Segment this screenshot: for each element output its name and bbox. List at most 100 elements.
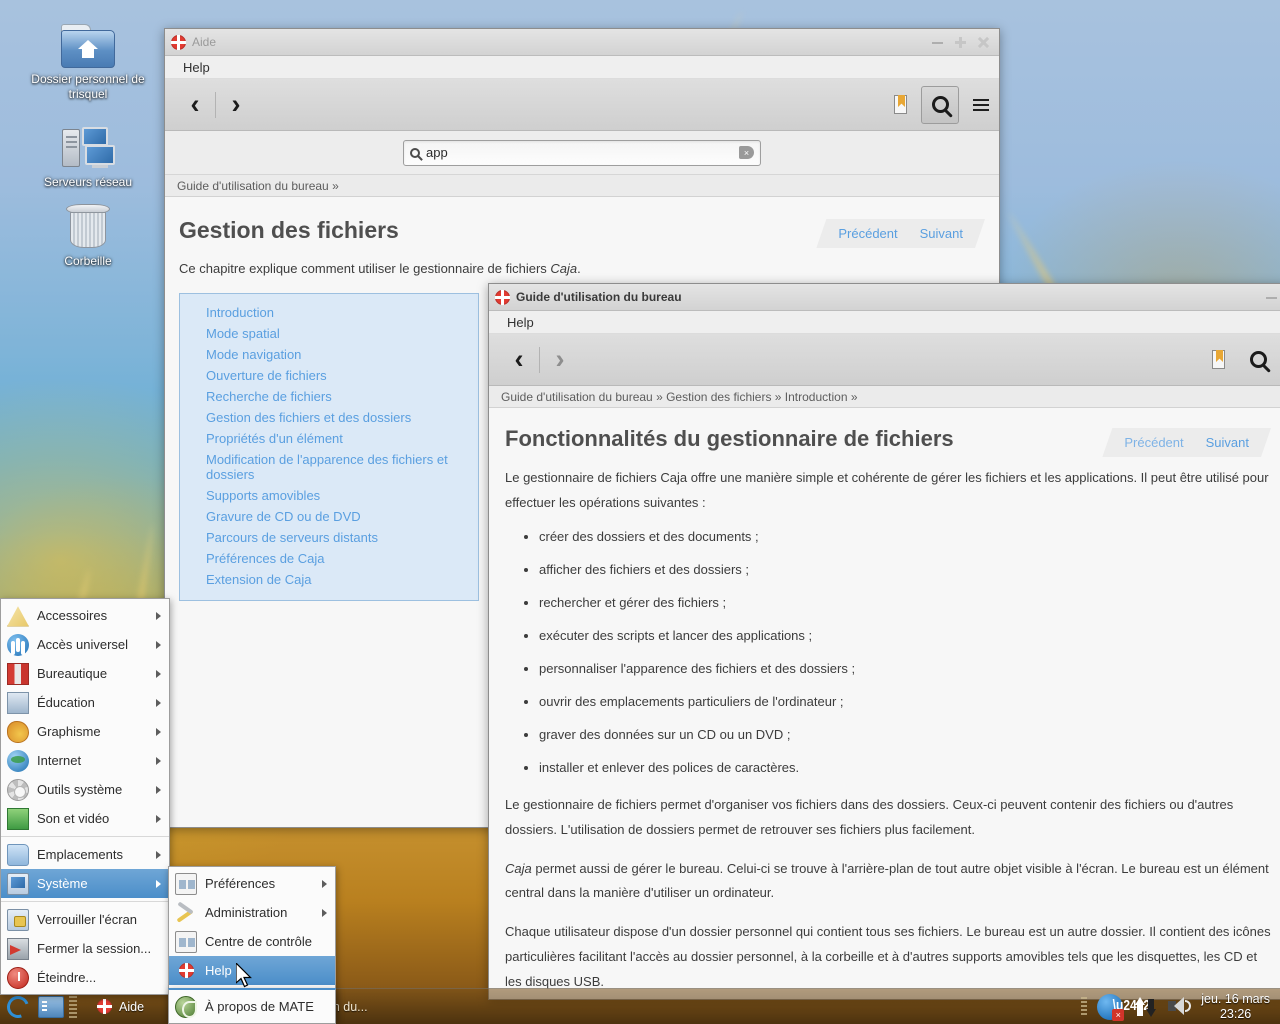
submenu-item-preferences[interactable]: Préférences — [169, 869, 335, 898]
search-input[interactable]: app × — [403, 139, 761, 166]
menu-item-accessoires[interactable]: Accessoires — [1, 601, 169, 630]
system-tray[interactable]: \u2422 × jeu. 16 mars 23:26 — [1081, 992, 1280, 1021]
breadcrumb[interactable]: Guide d'utilisation du bureau » — [165, 175, 999, 197]
titlebar-aide[interactable]: Aide — [165, 29, 999, 56]
close-button[interactable] — [978, 37, 989, 48]
chapter-link[interactable]: Mode spatial — [180, 323, 478, 344]
menu-help[interactable]: Help — [501, 313, 540, 332]
desktop-icon-home-folder[interactable]: Dossier personnel de trisquel — [23, 24, 153, 102]
window-controls[interactable] — [932, 36, 993, 48]
menu-item-acces-universel[interactable]: Accès universel — [1, 630, 169, 659]
taskbar-button-label: Aide — [119, 999, 145, 1014]
toolbar-guide[interactable]: ‹ › — [489, 334, 1280, 386]
desktop-icon-network-servers[interactable]: Serveurs réseau — [23, 125, 153, 190]
show-desktop-icon[interactable] — [38, 995, 64, 1018]
menu-item-education[interactable]: Éducation — [1, 688, 169, 717]
page-title: Fonctionnalités du gestionnaire de fichi… — [505, 426, 954, 451]
trash-icon — [66, 204, 110, 250]
menu-item-label: Outils système — [37, 782, 123, 797]
menu-item-label: Préférences — [205, 876, 276, 891]
panel-grip[interactable] — [69, 995, 77, 1018]
menu-item-verrouiller-ecran[interactable]: Verrouiller l'écran — [1, 905, 169, 934]
chevron-right-icon — [156, 611, 161, 620]
menu-separator — [1, 901, 169, 902]
menu-item-graphisme[interactable]: Graphisme — [1, 717, 169, 746]
bookmark-icon[interactable] — [894, 95, 907, 114]
clear-search-button[interactable]: × — [739, 146, 754, 159]
app-name: Caja — [505, 860, 532, 876]
popup-item-a-propos-de-mate[interactable]: À propos de MATE — [169, 992, 335, 1021]
window-controls[interactable] — [1266, 292, 1280, 303]
forward-button[interactable]: › — [540, 340, 580, 380]
bookmark-icon[interactable] — [1212, 350, 1225, 369]
chapter-link-list[interactable]: Introduction Mode spatial Mode navigatio… — [179, 292, 479, 601]
prev-next-nav[interactable]: Précédent Suivant — [1102, 428, 1271, 457]
tray-grip[interactable] — [1081, 996, 1088, 1017]
volume-icon[interactable] — [1167, 996, 1192, 1018]
minimize-button[interactable] — [932, 37, 943, 48]
chapter-link[interactable]: Préférences de Caja — [180, 548, 478, 569]
clock-time: 23:26 — [1219, 1006, 1252, 1021]
chapter-link[interactable]: Gestion des fichiers et des dossiers — [180, 407, 478, 428]
taskbar-button-aide[interactable]: Aide — [85, 993, 156, 1021]
list-item: installer et enlever des polices de cara… — [539, 760, 1271, 775]
chapter-link[interactable]: Modification de l'apparence des fichiers… — [180, 449, 478, 485]
chevron-right-icon — [156, 814, 161, 823]
menu-item-internet[interactable]: Internet — [1, 746, 169, 775]
prev-next-nav[interactable]: Précédent Suivant — [816, 219, 985, 248]
menu-item-systeme[interactable]: Système — [1, 869, 169, 898]
maximize-button[interactable] — [955, 36, 966, 48]
breadcrumb[interactable]: Guide d'utilisation du bureau » Gestion … — [489, 386, 1280, 408]
menu-item-bureautique[interactable]: Bureautique — [1, 659, 169, 688]
list-item: créer des dossiers et des documents ; — [539, 529, 1271, 544]
breadcrumb-link[interactable]: Guide d'utilisation du bureau » — [177, 179, 339, 193]
network-icon[interactable] — [1133, 996, 1157, 1018]
menubar-aide[interactable]: Help — [165, 56, 999, 79]
prev-link[interactable]: Précédent — [1124, 435, 1183, 450]
menu-item-son-et-video[interactable]: Son et vidéo — [1, 804, 169, 833]
prev-link[interactable]: Précédent — [838, 226, 897, 241]
menu-item-outils-systeme[interactable]: Outils système — [1, 775, 169, 804]
menu-item-label: Fermer la session... — [37, 941, 152, 956]
search-toggle-button[interactable] — [1239, 341, 1277, 379]
submenu-item-administration[interactable]: Administration — [169, 898, 335, 927]
chapter-link[interactable]: Propriétés d'un élément — [180, 428, 478, 449]
menu-item-eteindre[interactable]: Éteindre... — [1, 963, 169, 992]
toolbar-aide[interactable]: ‹ › — [165, 79, 999, 131]
back-button[interactable]: ‹ — [175, 85, 215, 125]
desktop-icon-label: Serveurs réseau — [43, 175, 133, 189]
chapter-link[interactable]: Supports amovibles — [180, 485, 478, 506]
titlebar-guide[interactable]: Guide d'utilisation du bureau — [489, 284, 1280, 311]
next-link[interactable]: Suivant — [920, 226, 963, 241]
search-icon — [410, 147, 420, 158]
bluetooth-disabled-icon[interactable]: \u2422 × — [1097, 993, 1150, 1021]
menu-item-emplacements[interactable]: Emplacements — [1, 840, 169, 869]
trisquel-logo-icon[interactable] — [3, 991, 33, 1022]
window-guide[interactable]: Guide d'utilisation du bureau Help ‹ › G… — [488, 283, 1280, 1000]
search-toggle-button[interactable] — [921, 85, 959, 124]
chapter-link[interactable]: Introduction — [180, 302, 478, 323]
desktop[interactable]: Dossier personnel de trisquel Serveurs r… — [0, 0, 1280, 1024]
chapter-link[interactable]: Gravure de CD ou de DVD — [180, 506, 478, 527]
breadcrumb-link[interactable]: Guide d'utilisation du bureau » Gestion … — [501, 390, 858, 404]
menu-help[interactable]: Help — [177, 58, 216, 77]
submenu-item-centre-de-controle[interactable]: Centre de contrôle — [169, 927, 335, 956]
chapter-link[interactable]: Recherche de fichiers — [180, 386, 478, 407]
taskbar-popup-a-propos-de-mate[interactable]: À propos de MATE — [168, 988, 336, 1024]
chapter-link[interactable]: Extension de Caja — [180, 569, 478, 590]
paragraph-desktop: Caja permet aussi de gérer le bureau. Ce… — [505, 857, 1271, 906]
hamburger-icon[interactable] — [973, 96, 989, 114]
next-link[interactable]: Suivant — [1206, 435, 1249, 450]
desktop-icon-trash[interactable]: Corbeille — [23, 204, 153, 269]
chapter-link[interactable]: Mode navigation — [180, 344, 478, 365]
forward-button[interactable]: › — [216, 85, 256, 125]
menubar-guide[interactable]: Help — [489, 311, 1280, 334]
menu-item-fermer-session[interactable]: Fermer la session... — [1, 934, 169, 963]
clock[interactable]: jeu. 16 mars 23:26 — [1201, 992, 1270, 1021]
back-button[interactable]: ‹ — [499, 340, 539, 380]
chapter-link[interactable]: Parcours de serveurs distants — [180, 527, 478, 548]
search-row[interactable]: app × — [165, 131, 999, 175]
minimize-button[interactable] — [1266, 292, 1277, 303]
main-menu[interactable]: Accessoires Accès universel Bureautique … — [0, 598, 170, 995]
chapter-link[interactable]: Ouverture de fichiers — [180, 365, 478, 386]
